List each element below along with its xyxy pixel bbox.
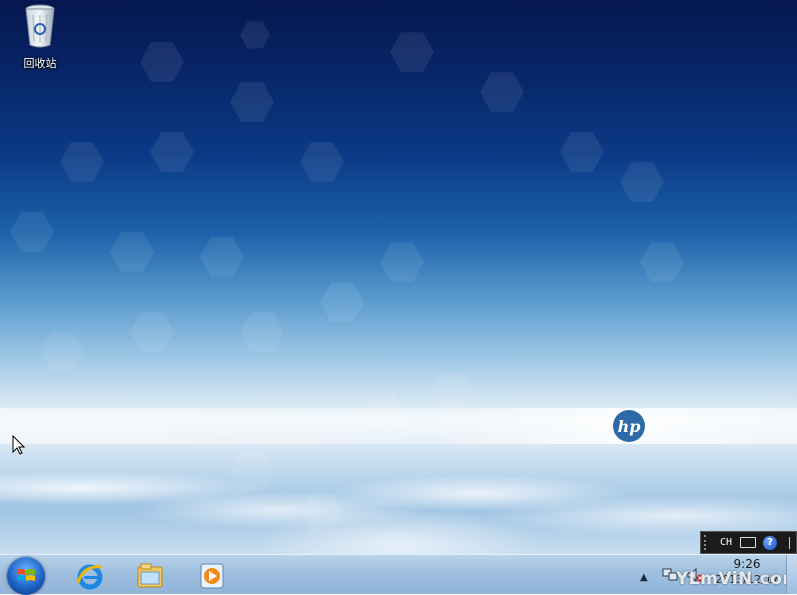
show-desktop-button[interactable] [786, 555, 797, 594]
options-icon[interactable] [783, 536, 791, 549]
desktop-icon-recycle-bin[interactable]: 回收站 [14, 3, 66, 71]
svg-text:hp: hp [618, 417, 641, 436]
language-bar[interactable]: CH ? [700, 531, 797, 554]
media-player-icon [200, 563, 224, 589]
language-bar-grip[interactable] [704, 535, 714, 550]
folder-icon [137, 563, 163, 588]
taskbar-windows-explorer[interactable] [122, 558, 178, 594]
start-button[interactable] [7, 557, 45, 595]
keyboard-icon[interactable] [740, 537, 757, 548]
language-indicator[interactable]: CH [720, 537, 732, 548]
wallpaper-band [0, 408, 797, 444]
hp-logo-icon: hp [613, 410, 645, 442]
desktop: hp 回收站 CH ? [0, 0, 797, 554]
internet-explorer-icon [76, 564, 103, 590]
recycle-bin-icon [25, 4, 55, 48]
mouse-cursor-icon [12, 435, 26, 455]
desktop-icon-label: 回收站 [23, 57, 57, 70]
show-hidden-icons-icon[interactable]: ▲ [640, 572, 648, 583]
windows-logo-icon [17, 569, 35, 581]
help-icon[interactable]: ? [763, 535, 778, 550]
wallpaper-clouds [0, 444, 797, 554]
watermark: YLmViN.com [676, 569, 797, 589]
taskbar-media-player[interactable] [184, 558, 240, 594]
taskbar-internet-explorer[interactable] [62, 558, 118, 594]
